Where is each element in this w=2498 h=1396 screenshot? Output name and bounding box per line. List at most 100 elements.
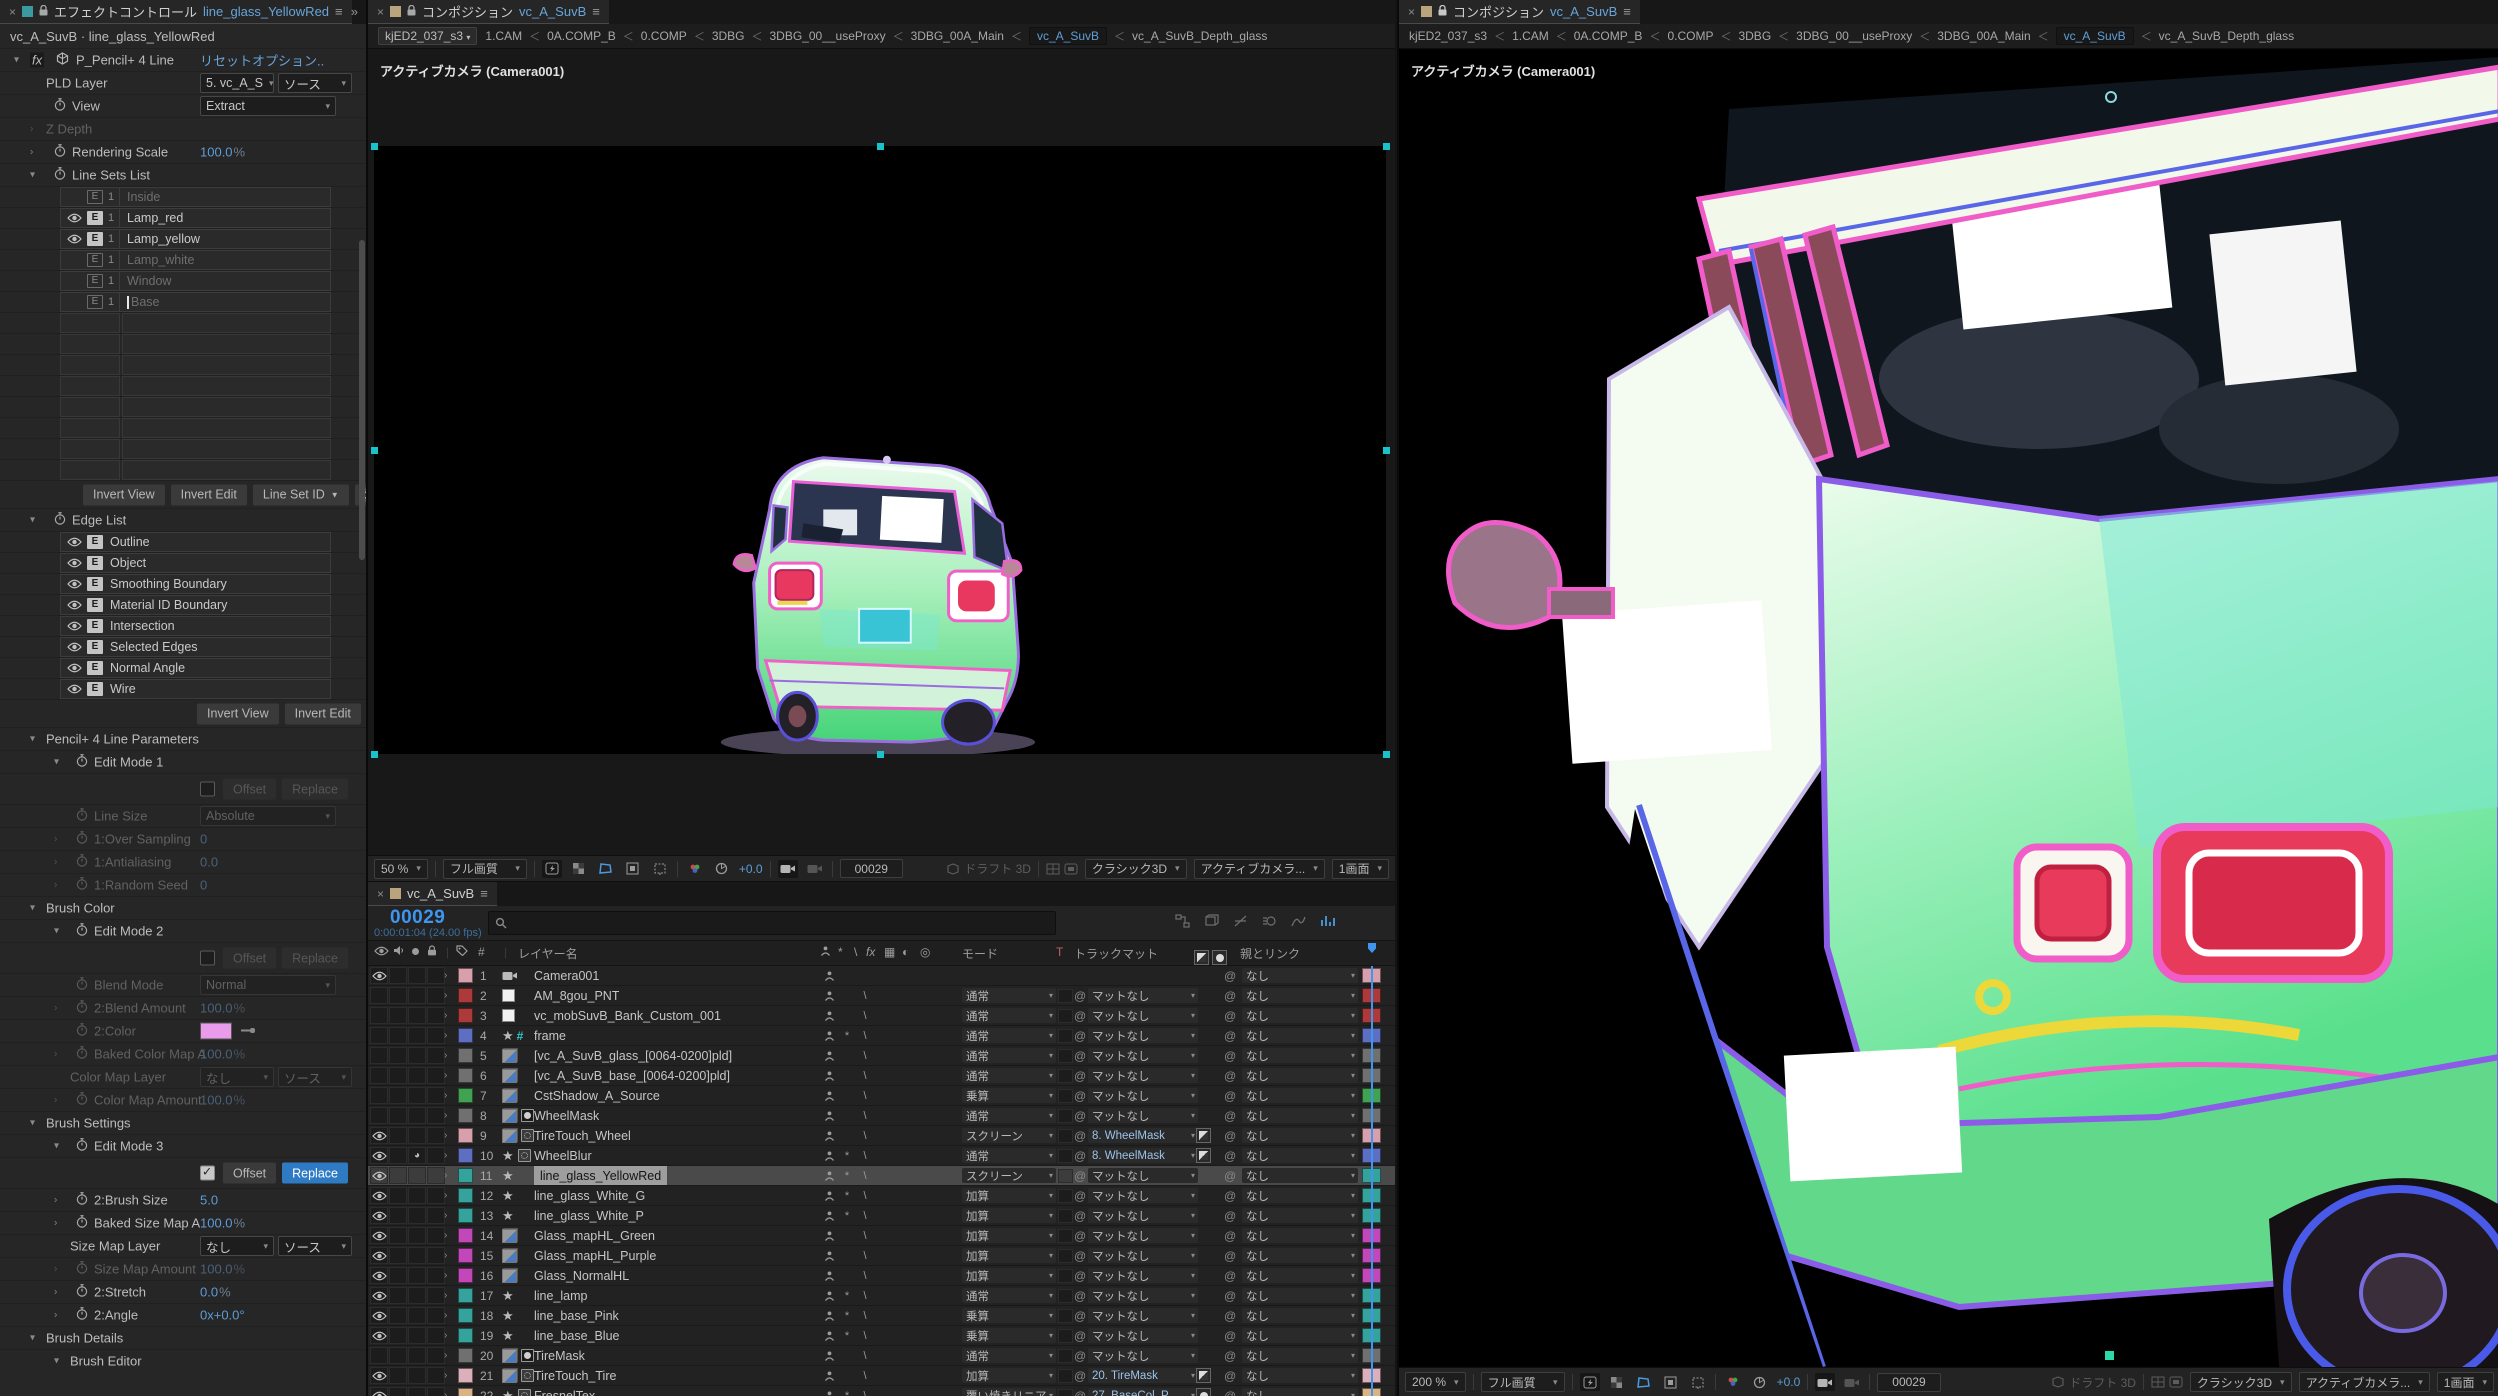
quality-toggle[interactable]: \ [856, 1230, 874, 1242]
exposure-value[interactable]: +0.0 [739, 862, 763, 876]
dropdown[interactable]: 5. vc_A_S▾ [200, 73, 274, 93]
color-swatch[interactable] [200, 1023, 232, 1040]
shy-toggle[interactable] [820, 1050, 838, 1062]
expander-icon[interactable]: › [54, 1310, 57, 1321]
stopwatch-icon[interactable] [76, 1284, 88, 1301]
line-set-item[interactable]: E1Lamp_red [60, 208, 331, 228]
empty-cell[interactable] [122, 376, 331, 396]
shy-toggle[interactable] [820, 1370, 838, 1382]
parent-pickwhip-icon[interactable]: @ [1224, 1186, 1236, 1205]
quality-toggle[interactable]: \ [856, 1270, 874, 1282]
matte-pickwhip-icon[interactable]: @ [1074, 1329, 1086, 1343]
param-value[interactable]: 0.0 [200, 855, 218, 870]
layer-eye-toggle[interactable] [370, 1107, 388, 1124]
timeline-tab[interactable]: × vc_A_SuvB ≡ [368, 882, 497, 906]
edit-badge[interactable]: E [87, 253, 103, 267]
parent-select[interactable]: なし▾ [1242, 1228, 1358, 1243]
matte-pickwhip-icon[interactable]: @ [1074, 1389, 1086, 1396]
edit-badge[interactable]: E [87, 682, 103, 696]
layer-label-color[interactable] [458, 1368, 473, 1383]
layer-name[interactable]: line_base_Pink [534, 1306, 619, 1325]
matte-pickwhip-icon[interactable]: @ [1074, 1189, 1086, 1203]
exposure-icon[interactable] [712, 860, 732, 878]
matte-column-header[interactable]: トラックマット [1074, 945, 1158, 962]
matte-pickwhip-icon[interactable]: @ [1074, 1129, 1086, 1143]
blend-mode-select[interactable]: 通常▾ [962, 1148, 1056, 1163]
layer-name[interactable]: CstShadow_A_Source [534, 1086, 660, 1105]
layer-lock-toggle[interactable] [427, 1187, 445, 1204]
preserve-transparency-toggle[interactable] [1058, 1109, 1073, 1123]
comp-nav-item[interactable]: 3DBG [712, 29, 745, 43]
edge-item[interactable]: ESelected Edges [60, 637, 331, 657]
track-matte-select[interactable]: 27. BaseCol_P▾ [1088, 1388, 1198, 1396]
preserve-transparency-toggle[interactable] [1058, 1349, 1073, 1363]
layer-audio-toggle[interactable] [389, 1027, 407, 1044]
collapse-column-icon[interactable]: * [838, 945, 843, 959]
motion-blur-column-icon[interactable]: ◐ [902, 945, 909, 959]
replace-button[interactable]: Replace [281, 1162, 349, 1185]
layer-label-color[interactable] [458, 1068, 473, 1083]
edge-name[interactable]: Material ID Boundary [103, 596, 330, 614]
stopwatch-icon[interactable] [76, 1215, 88, 1232]
parent-pickwhip-icon[interactable]: @ [1224, 1226, 1236, 1245]
track-matte-select[interactable]: マットなし▾ [1088, 1068, 1198, 1083]
layer-audio-toggle[interactable] [389, 1047, 407, 1064]
replace-button[interactable]: Replace [281, 947, 349, 970]
layer-row[interactable]: ›12★line_glass_White_G*\加算▾@マットなし▾@なし▾ [368, 1186, 1395, 1206]
layer-label-color[interactable] [458, 968, 473, 983]
expander-icon[interactable]: ▾ [54, 757, 59, 768]
comp-nav-item[interactable]: 1.CAM [485, 29, 522, 43]
layer-lock-toggle[interactable] [427, 967, 445, 984]
column-chooser-icon[interactable] [1320, 914, 1335, 928]
quality-toggle[interactable]: \ [856, 1390, 874, 1396]
collapse-toggle[interactable]: * [838, 1030, 856, 1042]
collapse-toggle[interactable]: * [838, 1330, 856, 1342]
effect-name[interactable]: P_Pencil+ 4 Line [76, 53, 174, 68]
layer-audio-toggle[interactable] [389, 1367, 407, 1384]
view-count-select[interactable]: 1画面▾ [2437, 1372, 2494, 1392]
track-matte-select[interactable]: マットなし▾ [1088, 1188, 1198, 1203]
matte-pickwhip-icon[interactable]: @ [1074, 1069, 1086, 1083]
track-matte-select[interactable]: マットなし▾ [1088, 1028, 1198, 1043]
mask-visibility-icon[interactable] [596, 860, 616, 878]
transparency-grid-icon[interactable] [1607, 1373, 1627, 1391]
visibility-eye-icon[interactable] [61, 213, 87, 223]
close-icon[interactable]: × [377, 5, 384, 19]
matte-pickwhip-icon[interactable]: @ [1074, 1269, 1086, 1283]
edge-name[interactable]: Outline [103, 533, 330, 551]
stopwatch-icon[interactable] [76, 831, 88, 848]
dropdown[interactable]: Absolute▾ [200, 806, 336, 826]
layer-eye-toggle[interactable] [370, 1127, 388, 1144]
preserve-transparency-toggle[interactable] [1058, 1069, 1073, 1083]
visibility-eye-icon[interactable] [61, 234, 87, 244]
parent-pickwhip-icon[interactable]: @ [1224, 1006, 1236, 1025]
expander-icon[interactable]: ▾ [54, 1356, 59, 1367]
track-matte-select[interactable]: マットなし▾ [1088, 1088, 1198, 1103]
crop-comp-icon[interactable] [1688, 1373, 1708, 1391]
stopwatch-icon[interactable] [76, 1307, 88, 1324]
quality-toggle[interactable]: \ [856, 1010, 874, 1022]
stopwatch-icon[interactable] [76, 1092, 88, 1109]
dropdown[interactable]: ソース▾ [278, 73, 352, 93]
composition-tab[interactable]: × コンポジション vc_A_SuvB ≡ [368, 0, 609, 24]
edge-name[interactable]: Object [103, 554, 330, 572]
quality-toggle[interactable]: \ [856, 1090, 874, 1102]
line-set-item[interactable]: E1Lamp_yellow [60, 229, 331, 249]
layer-name[interactable]: line_glass_White_G [534, 1186, 645, 1205]
expander-icon[interactable]: ▾ [30, 734, 35, 745]
edit-badge[interactable]: E [87, 619, 103, 633]
edge-item[interactable]: ENormal Angle [60, 658, 331, 678]
edit-badge[interactable]: E [87, 190, 103, 204]
layer-name[interactable]: frame [534, 1026, 566, 1045]
quality-column-icon[interactable]: \ [854, 945, 857, 959]
layer-eye-toggle[interactable] [370, 1027, 388, 1044]
comp-nav-item[interactable]: 1.CAM [1512, 29, 1549, 43]
layer-audio-toggle[interactable] [389, 1067, 407, 1084]
layer-audio-toggle[interactable] [389, 1267, 407, 1284]
preview-frame-field[interactable]: 00029 [1877, 1373, 1940, 1392]
edge-name[interactable]: Smoothing Boundary [103, 575, 330, 593]
edit-mode-checkbox[interactable] [200, 782, 215, 797]
layer-row[interactable]: ›6[vc_A_SuvB_base_[0064-0200]pld]\通常▾@マッ… [368, 1066, 1395, 1086]
layer-lock-toggle[interactable] [427, 1167, 445, 1184]
stopwatch-icon[interactable] [54, 98, 66, 115]
